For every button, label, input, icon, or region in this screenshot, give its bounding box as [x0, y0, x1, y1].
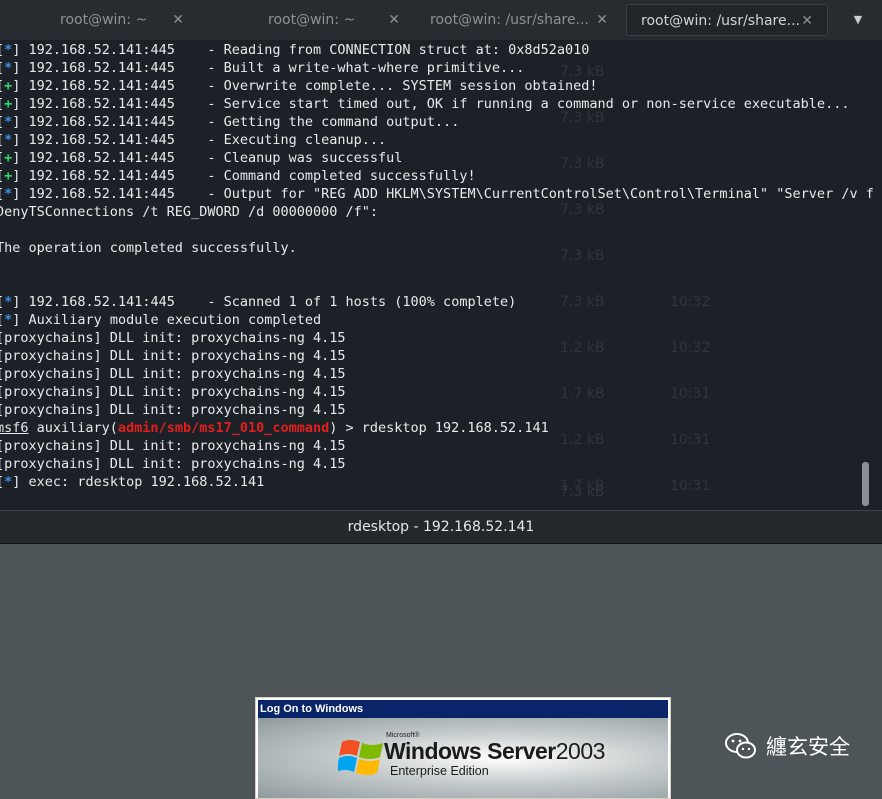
terminal-line: [proxychains] DLL init: proxychains-ng 4…: [0, 384, 346, 400]
line-text: 192.168.52.141:445 - Command completed s…: [20, 168, 476, 184]
terminal-line: DenyTSConnections /t REG_DWORD /d 000000…: [0, 204, 379, 220]
close-icon[interactable]: ✕: [388, 4, 400, 36]
logon-dialog[interactable]: Log On to Windows Microsoft® Windows Ser…: [255, 697, 671, 799]
prompt-app: msf6: [0, 420, 29, 436]
tab-4-active[interactable]: root@win: /usr/share... ✕: [626, 4, 828, 36]
tab-label: root@win: ~: [268, 12, 356, 28]
tab-label: root@win: ~: [60, 12, 148, 28]
product-server: Server: [481, 738, 556, 764]
dialog-title: Log On to Windows: [258, 700, 668, 718]
line-text: 192.168.52.141:445 - Reading from CONNEC…: [20, 42, 590, 58]
terminal-window[interactable]: root@win: ~ ✕ root@win: ~ ✕ root@win: /u…: [0, 0, 882, 510]
terminal-line: [*] 192.168.52.141:445 - Executing clean…: [0, 132, 387, 148]
terminal-line: [*] 192.168.52.141:445 - Reading from CO…: [0, 42, 590, 58]
line-text: 192.168.52.141:445 - Overwrite complete.…: [20, 78, 598, 94]
close-icon[interactable]: ✕: [172, 4, 184, 36]
terminal-line: [*] Auxiliary module execution completed: [0, 312, 322, 328]
line-text: Auxiliary module execution completed: [20, 312, 322, 328]
watermark-text: 纏玄安全: [766, 735, 850, 759]
rdesktop-titlebar[interactable]: rdesktop - 192.168.52.141: [0, 510, 882, 544]
product-version: 2003: [555, 738, 606, 764]
product-name: Windows Server2003: [384, 738, 605, 765]
chevron-down-icon[interactable]: ▼: [842, 4, 874, 36]
terminal-line: [*] 192.168.52.141:445 - Scanned 1 of 1 …: [0, 294, 517, 310]
line-text: 192.168.52.141:445 - Scanned 1 of 1 host…: [20, 294, 517, 310]
terminal-line: [proxychains] DLL init: proxychains-ng 4…: [0, 402, 346, 418]
terminal-output[interactable]: [*] 192.168.52.141:445 - Reading from CO…: [0, 40, 874, 510]
line-text: 192.168.52.141:445 - Service start timed…: [20, 96, 850, 112]
product-bold: Windows: [384, 738, 482, 764]
terminal-line: [proxychains] DLL init: proxychains-ng 4…: [0, 330, 346, 346]
terminal-line: [*] exec: rdesktop 192.168.52.141: [0, 474, 265, 490]
tab-label: root@win: /usr/share...: [641, 13, 800, 29]
terminal-line: msf6 auxiliary(admin/smb/ms17_010_comman…: [0, 419, 549, 437]
terminal-line: [*] 192.168.52.141:445 - Output for "REG…: [0, 186, 874, 202]
terminal-line: [proxychains] DLL init: proxychains-ng 4…: [0, 348, 346, 364]
terminal-line: [proxychains] DLL init: proxychains-ng 4…: [0, 456, 346, 472]
close-icon[interactable]: ✕: [801, 5, 813, 35]
terminal-line: [+] 192.168.52.141:445 - Cleanup was suc…: [0, 150, 403, 166]
window-title: rdesktop - 192.168.52.141: [347, 519, 535, 535]
tab-bar: root@win: ~ ✕ root@win: ~ ✕ root@win: /u…: [0, 0, 882, 40]
tab-2[interactable]: root@win: ~ ✕: [254, 4, 414, 36]
prompt-module: admin/smb/ms17_010_command: [117, 420, 330, 436]
line-text: exec: rdesktop 192.168.52.141: [20, 474, 265, 490]
wechat-icon: [725, 733, 756, 759]
prompt-command: ) > rdesktop 192.168.52.141: [329, 420, 549, 436]
tab-3[interactable]: root@win: /usr/share... ✕: [416, 4, 622, 36]
tab-1[interactable]: root@win: ~ ✕: [46, 4, 198, 36]
terminal-line: [proxychains] DLL init: proxychains-ng 4…: [0, 366, 346, 382]
terminal-line: [+] 192.168.52.141:445 - Service start t…: [0, 96, 850, 112]
line-text: 192.168.52.141:445 - Cleanup was success…: [20, 150, 403, 166]
line-text: 192.168.52.141:445 - Executing cleanup..…: [20, 132, 387, 148]
scrollbar[interactable]: [862, 462, 869, 506]
product-edition: Enterprise Edition: [390, 764, 489, 778]
terminal-line: [+] 192.168.52.141:445 - Overwrite compl…: [0, 78, 598, 94]
terminal-line: The operation completed successfully.: [0, 240, 297, 256]
terminal-line: [+] 192.168.52.141:445 - Command complet…: [0, 168, 476, 184]
tab-label: root@win: /usr/share...: [430, 12, 589, 28]
prompt-word: auxiliary(: [28, 420, 118, 436]
terminal-line: [*] 192.168.52.141:445 - Built a write-w…: [0, 60, 525, 76]
terminal-line: [*] 192.168.52.141:445 - Getting the com…: [0, 114, 460, 130]
close-icon[interactable]: ✕: [596, 4, 608, 36]
windows-banner: Microsoft® Windows Server2003 Enterprise…: [258, 718, 668, 798]
line-text: 192.168.52.141:445 - Getting the command…: [20, 114, 460, 130]
terminal-line: [proxychains] DLL init: proxychains-ng 4…: [0, 438, 346, 454]
line-text: 192.168.52.141:445 - Output for "REG ADD…: [20, 186, 874, 202]
line-text: 192.168.52.141:445 - Built a write-what-…: [20, 60, 525, 76]
watermark: 纏玄安全: [724, 730, 850, 762]
windows-flag-icon: [338, 740, 383, 775]
